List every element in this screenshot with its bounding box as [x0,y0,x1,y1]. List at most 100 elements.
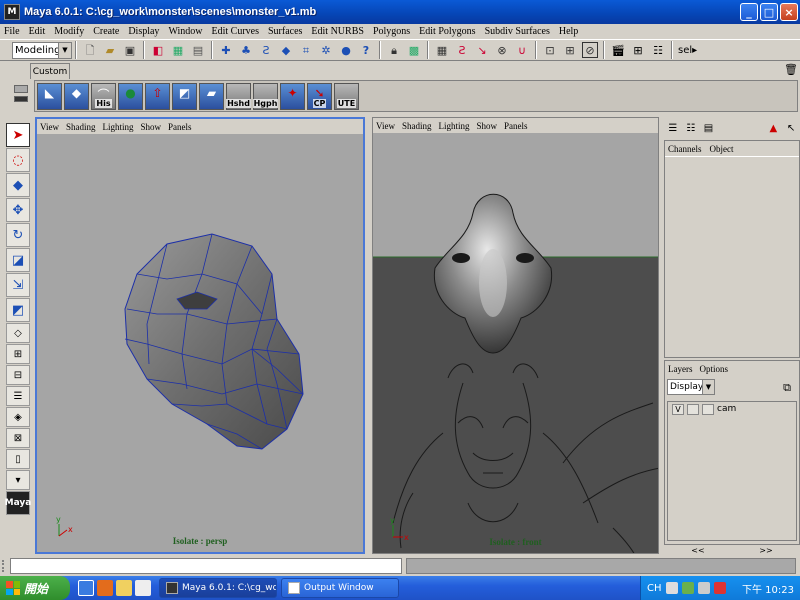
render-sphere-icon[interactable]: ● [338,42,354,58]
scale-tool-icon[interactable]: ◪ [6,248,30,272]
snap-grid-icon[interactable]: ✚ [218,42,234,58]
mel-command-input[interactable] [10,558,402,574]
shield-icon[interactable] [713,582,726,594]
lasso-tool-icon[interactable]: ◌ [6,148,30,172]
camera-icon[interactable]: ⊡ [542,42,558,58]
save-scene-icon[interactable]: ▣ [122,42,138,58]
magnet-icon[interactable]: ∪ [514,42,530,58]
persp-outliner-icon[interactable]: ⊠ [6,428,30,448]
extrude-edge-icon[interactable]: ◩ [172,82,197,110]
ime-icon[interactable] [665,582,678,594]
last-tool-icon[interactable]: ◩ [6,298,30,322]
two-pane-icon[interactable]: ⊟ [6,365,30,385]
scroll-left-button[interactable]: << [691,546,704,555]
input-language[interactable]: CH [647,583,662,594]
shelf-menu-icon[interactable] [14,96,28,102]
outliner-layout-icon[interactable]: ☰ [6,386,30,406]
viewport-menu-view[interactable]: View [40,122,59,132]
viewport-menu-show[interactable]: Show [140,122,161,132]
menu-file[interactable]: File [4,26,20,37]
scroll-right-button[interactable]: >> [759,546,772,555]
maximize-button[interactable]: □ [760,3,778,21]
select-tool-icon[interactable]: ➤ [6,123,30,147]
manipulator-icon[interactable]: ⇲ [6,273,30,297]
custom-layout-icon[interactable]: ▯ [6,449,30,469]
create-layer-icon[interactable]: ⧉ [779,379,795,395]
construction-history-icon[interactable]: ✲ [318,42,334,58]
snap-curve-icon[interactable]: ♣ [238,42,254,58]
snap-live-icon[interactable]: ⌗ [298,42,314,58]
no-history-icon[interactable]: ⊘ [582,42,598,58]
menu-edit-nurbs[interactable]: Edit NURBS [311,26,364,37]
layer-row[interactable]: V cam [668,402,796,416]
hide-shade-icon[interactable]: Hshd [226,82,251,110]
viewport-menu-shading[interactable]: Shading [66,122,96,132]
menu-help[interactable]: Help [559,26,578,37]
menu-subdiv-surfaces[interactable]: Subdiv Surfaces [485,26,550,37]
menu-polygons[interactable]: Polygons [373,26,410,37]
pivot-icon[interactable]: ✦ [280,82,305,110]
start-button[interactable]: 開始 [0,576,70,600]
channel-menu-object[interactable]: Object [710,144,734,154]
folder-icon[interactable] [116,580,132,596]
split-poly-icon[interactable]: ◆ [64,82,89,110]
chevron-down-icon[interactable]: ▼ [58,42,71,58]
mode-selector[interactable]: Modeling ▼ [12,41,72,59]
trash-icon[interactable]: 🗑 [784,63,798,77]
viewport-menu-panels[interactable]: Panels [504,121,528,131]
select-object-icon[interactable]: ▦ [170,42,186,58]
cp-icon[interactable]: ➘ CP [307,82,332,110]
new-scene-icon[interactable]: 🗋 [82,42,98,58]
graph-layout-icon[interactable]: ◈ [6,407,30,427]
menu-display[interactable]: Display [128,26,159,37]
viewport-menu-view[interactable]: View [376,121,395,131]
history-icon[interactable]: ⌒ His [91,82,116,110]
paint-icon[interactable]: ↖ [784,121,798,137]
layer-type-selector[interactable]: Display ▼ [667,379,715,395]
uv-editor-icon[interactable]: ↘ [474,42,490,58]
create-poly-icon[interactable]: ◣ [37,82,62,110]
channel-menu-channels[interactable]: Channels [668,144,702,154]
shelf-tab-custom[interactable]: Custom [30,63,70,79]
expand-icon[interactable]: ▾ [6,470,30,490]
volume-icon[interactable] [697,582,710,594]
output-ops-icon[interactable]: Ƨ [454,42,470,58]
shelf-tab-toggle-icon[interactable] [14,85,28,93]
help-icon[interactable]: ? [358,42,374,58]
viewport-menu-show[interactable]: Show [476,121,497,131]
lock-icon[interactable]: 🔒︎ [386,42,402,58]
menu-surfaces[interactable]: Surfaces [268,26,302,37]
hypergraph-icon[interactable]: Hgph [252,82,279,110]
layer-color-swatch[interactable] [702,403,714,415]
unlock-icon[interactable]: ▩ [406,42,422,58]
single-pane-icon[interactable]: ◇ [6,323,30,343]
network-icon[interactable] [681,582,694,594]
menu-window[interactable]: Window [168,26,202,37]
select-component-icon[interactable]: ▤ [190,42,206,58]
taskbar-item-maya[interactable]: Maya 6.0.1: C:\cg_wo... [159,578,277,598]
title-bar[interactable]: M Maya 6.0.1: C:\cg_work\monster\scenes\… [0,0,800,24]
render-globals-icon[interactable]: ☷ [650,42,666,58]
taskbar-item-output-window[interactable]: Output Window [281,578,399,598]
layer-menu-layers[interactable]: Layers [668,364,693,374]
snap-plane-icon[interactable]: ◆ [278,42,294,58]
selection-field-label[interactable]: sel▸ [678,45,697,56]
layer-template-toggle[interactable] [687,403,699,415]
merge-icon[interactable]: ▰ [199,82,224,110]
shelf-menu[interactable] [12,82,30,112]
render-icon[interactable]: 🎬︎ [610,42,626,58]
tool-settings-icon[interactable]: ☷ [684,121,698,137]
viewport-menu-lighting[interactable]: Lighting [102,122,133,132]
viewport-menu-shading[interactable]: Shading [402,121,432,131]
close-button[interactable]: × [780,3,798,21]
ipr-render-icon[interactable]: ⊞ [630,42,646,58]
menu-edit-polygons[interactable]: Edit Polygons [419,26,475,37]
four-pane-icon[interactable]: ⊞ [6,344,30,364]
select-hierarchy-icon[interactable]: ◧ [150,42,166,58]
viewport-menu-lighting[interactable]: Lighting [438,121,469,131]
move-tool-icon[interactable]: ✥ [6,198,30,222]
media-icon[interactable] [97,580,113,596]
document-icon[interactable] [135,580,151,596]
sphere-icon[interactable]: ● [118,82,143,110]
minimize-button[interactable]: _ [740,3,758,21]
